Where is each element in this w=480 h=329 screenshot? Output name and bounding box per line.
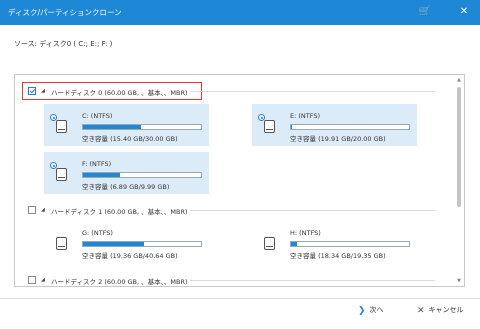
partition-usage: 空き容量 (6.89 GB/9.99 GB) [82,183,170,191]
disk-2-label: ハードディスク 2 (60.00 GB, 、基本、、MBR) [51,278,188,286]
disk-2-checkbox[interactable] [28,276,36,284]
drive-icon [56,120,67,133]
usage-bar [82,124,202,130]
usage-bar [82,241,202,247]
divider [190,210,435,211]
usage-bar [290,241,410,247]
usage-bar [82,172,202,178]
divider [190,91,435,92]
close-icon: ✕ [417,306,425,316]
vertical-scrollbar[interactable]: ▲ ▼ [456,77,462,284]
partition-name: F: (NTFS) [82,160,112,168]
next-button[interactable]: ❯ 次へ [358,305,384,321]
partition-name: E: (NTFS) [290,112,321,120]
disk-header-0[interactable]: ◢ ハードディスク 0 (60.00 GB, 、基本、、MBR) [15,86,455,98]
partition-g[interactable]: G: (NTFS) 空き容量 (19.36 GB/40.64 GB) [44,221,209,263]
scrollbar-thumb[interactable] [457,87,461,207]
title-bar: ディスク/パーティションクローン 🛒 ✕ [0,0,480,25]
usage-bar [290,124,410,130]
disk-0-label: ハードディスク 0 (60.00 GB, 、基本、、MBR) [51,89,188,97]
next-label: 次へ [369,306,384,314]
partition-usage: 空き容量 (19.91 GB/20.00 GB) [290,135,386,143]
partition-h[interactable]: H: (NTFS) 空き容量 (18.34 GB/19.35 GB) [252,221,417,263]
scroll-up-icon[interactable]: ▲ [456,77,462,83]
cancel-label: キャンセル [428,306,464,314]
cart-icon[interactable]: 🛒 [417,4,433,20]
disk-1-label: ハードディスク 1 (60.00 GB, 、基本、、MBR) [51,208,188,216]
drive-icon [264,237,275,250]
collapse-triangle-icon[interactable]: ◢ [41,88,45,94]
partition-e[interactable]: E: (NTFS) 空き容量 (19.91 GB/20.00 GB) [252,104,417,146]
collapse-triangle-icon[interactable]: ◢ [41,277,45,283]
disk-list-panel: ◢ ハードディスク 0 (60.00 GB, 、基本、、MBR) C: (NTF… [14,74,465,287]
drive-icon [264,120,275,133]
arrow-right-icon: ❯ [358,306,366,316]
cancel-button[interactable]: ✕ キャンセル [417,305,464,321]
collapse-triangle-icon[interactable]: ◢ [41,207,45,213]
disk-1-checkbox[interactable] [28,206,36,214]
close-icon[interactable]: ✕ [456,4,472,20]
partition-usage: 空き容量 (19.36 GB/40.64 GB) [82,252,178,260]
partition-usage: 空き容量 (15.40 GB/30.00 GB) [82,135,178,143]
disk-header-1[interactable]: ◢ ハードディスク 1 (60.00 GB, 、基本、、MBR) [15,205,455,217]
partition-c[interactable]: C: (NTFS) 空き容量 (15.40 GB/30.00 GB) [44,104,209,146]
divider [190,280,435,281]
partition-f[interactable]: F: (NTFS) 空き容量 (6.89 GB/9.99 GB) [44,152,209,194]
scroll-down-icon[interactable]: ▼ [456,278,462,284]
partition-name: H: (NTFS) [290,229,321,237]
disk-0-checkbox[interactable] [28,87,36,95]
drive-icon [56,168,67,181]
partition-name: C: (NTFS) [82,112,113,120]
partition-usage: 空き容量 (18.34 GB/19.35 GB) [290,252,386,260]
drive-icon [56,237,67,250]
source-label: ソース: ディスク0 ( C:; E:; F: ) [14,40,113,48]
disk-header-2[interactable]: ◢ ハードディスク 2 (60.00 GB, 、基本、、MBR) [15,275,455,286]
footer-divider [0,298,480,299]
partition-name: G: (NTFS) [82,229,113,237]
window-title: ディスク/パーティションクローン [8,8,122,17]
